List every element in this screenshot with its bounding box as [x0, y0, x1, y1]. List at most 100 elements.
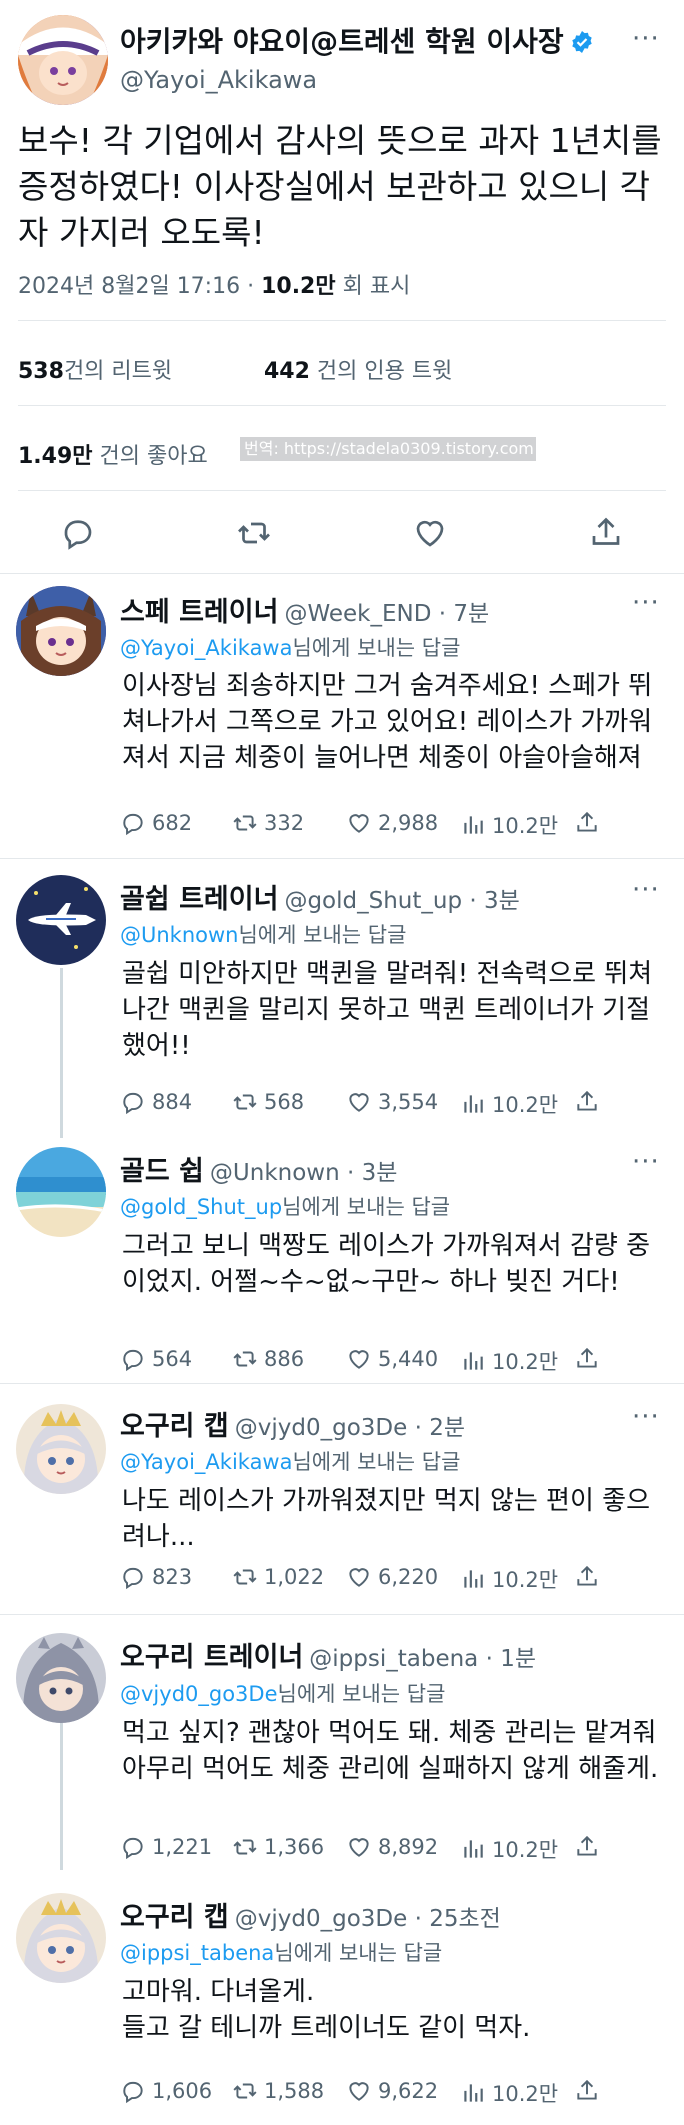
like-count-button[interactable]: 3,554 [346, 1089, 438, 1115]
quotes-stat[interactable]: 442 건의 인용 트윗 [264, 353, 452, 385]
reply-actions: 564 886 5,440 10.2만 [120, 1346, 600, 1376]
reply-author-name[interactable]: 스페 트레이너 [120, 597, 278, 628]
reply-to-suffix: 님에게 보내는 답글 [282, 1195, 451, 1219]
reply-count-button[interactable]: 884 [120, 1089, 192, 1115]
reply-author-name[interactable]: 오구리 캡 [120, 1411, 229, 1442]
like-icon[interactable] [412, 515, 448, 551]
reply-author-handle[interactable]: @vjyd0_go3De [235, 1415, 408, 1441]
like-count-button[interactable]: 9,622 [346, 2078, 438, 2104]
share-button[interactable] [574, 1834, 606, 1860]
reply-count-button[interactable]: 564 [120, 1346, 192, 1372]
reply-to-line: @gold_Shut_up님에게 보내는 답글 [120, 1191, 450, 1221]
views-count-button[interactable]: 10.2만 [460, 1834, 558, 1864]
reply-author-name[interactable]: 오구리 트레이너 [120, 1642, 303, 1673]
reply-time[interactable]: · 3분 [340, 1160, 397, 1186]
reply-time[interactable]: · 2분 [407, 1415, 465, 1441]
like-count: 3,554 [378, 1090, 439, 1114]
reply-time[interactable]: · 25초전 [407, 1906, 501, 1932]
share-button[interactable] [574, 1089, 606, 1115]
share-button[interactable] [574, 810, 606, 836]
more-options-icon[interactable]: ··· [632, 1402, 660, 1432]
reply-author-handle[interactable]: @gold_Shut_up [284, 888, 462, 914]
views-count-button[interactable]: 10.2만 [460, 810, 558, 840]
retweet-count-button[interactable]: 332 [232, 810, 304, 836]
reply-count-button[interactable]: 1,606 [120, 2078, 212, 2104]
more-options-icon[interactable]: ··· [632, 24, 660, 54]
reply-to-link[interactable]: @Unknown [120, 923, 238, 947]
reply-to-link[interactable]: @gold_Shut_up [120, 1195, 282, 1219]
like-count-button[interactable]: 2,988 [346, 810, 438, 836]
reply-to-line: @ippsi_tabena님에게 보내는 답글 [120, 1937, 442, 1967]
reply-author-name[interactable]: 골쉽 트레이너 [120, 884, 278, 915]
reply-count-button[interactable]: 682 [120, 810, 192, 836]
likes-stat[interactable]: 1.49만 건의 좋아요 [18, 438, 208, 470]
reply-avatar[interactable] [16, 1404, 106, 1494]
retweets-stat[interactable]: 538건의 리트윗 [18, 353, 172, 385]
retweet-icon[interactable] [236, 515, 272, 551]
views-count-button[interactable]: 10.2만 [460, 1346, 558, 1376]
author-avatar[interactable] [18, 15, 108, 105]
quotes-label: 건의 인용 트윗 [309, 359, 453, 384]
reply-icon[interactable] [60, 515, 96, 551]
like-icon [349, 2082, 369, 2101]
tweet-date[interactable]: 2024년 8월2일 17:16 · [18, 274, 261, 299]
retweet-count-button[interactable]: 886 [232, 1346, 304, 1372]
reply-to-link[interactable]: @Yayoi_Akikawa [120, 1450, 292, 1474]
share-icon [577, 1090, 597, 1111]
views-count-button[interactable]: 10.2만 [460, 1564, 558, 1594]
reply-to-line: @Yayoi_Akikawa님에게 보내는 답글 [120, 1446, 460, 1476]
reply-actions: 1,221 1,366 8,892 10.2만 [120, 1834, 600, 1864]
reply-icon [123, 813, 143, 836]
retweet-icon [233, 815, 257, 831]
like-icon [349, 1568, 369, 1587]
reply-text: 고마워. 다녀올게. 들고 갈 테니까 트레이너도 같이 먹자. [122, 1977, 531, 2043]
reply-author-name[interactable]: 오구리 캡 [120, 1902, 229, 1933]
reply-avatar[interactable] [16, 586, 106, 676]
share-icon [577, 1565, 597, 1586]
reply-to-link[interactable]: @Yayoi_Akikawa [120, 636, 292, 660]
share-icon[interactable] [588, 515, 624, 551]
more-options-icon[interactable]: ··· [632, 588, 660, 618]
views-count-button[interactable]: 10.2만 [460, 2078, 558, 2108]
reply-author-handle[interactable]: @Unknown [210, 1160, 340, 1186]
reply-author-handle[interactable]: @ippsi_tabena [309, 1646, 478, 1672]
reply-author-handle[interactable]: @vjyd0_go3De [235, 1906, 408, 1932]
retweet-count-button[interactable]: 1,588 [232, 2078, 324, 2104]
more-options-icon[interactable]: ··· [632, 1147, 660, 1177]
retweet-count-button[interactable]: 568 [232, 1089, 304, 1115]
like-count: 5,440 [378, 1347, 439, 1371]
like-count-button[interactable]: 6,220 [346, 1564, 438, 1590]
reply-count-button[interactable]: 823 [120, 1564, 192, 1590]
reply-time[interactable]: · 7분 [431, 601, 489, 627]
reply-author-name[interactable]: 골드 쉽 [120, 1156, 204, 1187]
reply-avatar[interactable] [16, 875, 106, 965]
reply-author-handle[interactable]: @Week_END [284, 601, 431, 627]
author-name[interactable]: 아키카와 야요이@트레센 학원 이사장 [120, 25, 564, 58]
more-options-icon[interactable]: ··· [632, 875, 660, 905]
reply-time[interactable]: · 3분 [462, 888, 519, 914]
like-count-button[interactable]: 5,440 [346, 1346, 438, 1372]
reply-count: 1,221 [152, 1835, 213, 1859]
reply-to-suffix: 님에게 보내는 답글 [292, 1450, 461, 1474]
reply-to-link[interactable]: @vjyd0_go3De [120, 1682, 278, 1706]
reply-actions: 823 1,022 6,220 10.2만 [120, 1564, 600, 1594]
views-count-button[interactable]: 10.2만 [460, 1089, 558, 1119]
reply-count-button[interactable]: 1,221 [120, 1834, 212, 1860]
reply-to-link[interactable]: @ippsi_tabena [120, 1941, 274, 1965]
share-button[interactable] [574, 2078, 606, 2104]
retweet-count-button[interactable]: 1,366 [232, 1834, 324, 1860]
reply-avatar[interactable] [16, 1633, 106, 1723]
reply-time[interactable]: · 1분 [478, 1646, 536, 1672]
like-icon [349, 1350, 369, 1369]
author-handle[interactable]: @Yayoi_Akikawa [120, 66, 317, 94]
share-button[interactable] [574, 1346, 606, 1372]
retweet-count-button[interactable]: 1,022 [232, 1564, 324, 1590]
reply-avatar[interactable] [16, 1147, 106, 1237]
retweet-icon [233, 1094, 257, 1110]
retweet-count: 332 [264, 811, 305, 835]
like-count-button[interactable]: 8,892 [346, 1834, 438, 1860]
reply-count: 884 [152, 1090, 193, 1114]
reply-avatar[interactable] [16, 1893, 106, 1983]
horse-girl-avatar-icon [16, 586, 106, 676]
share-button[interactable] [574, 1564, 606, 1590]
